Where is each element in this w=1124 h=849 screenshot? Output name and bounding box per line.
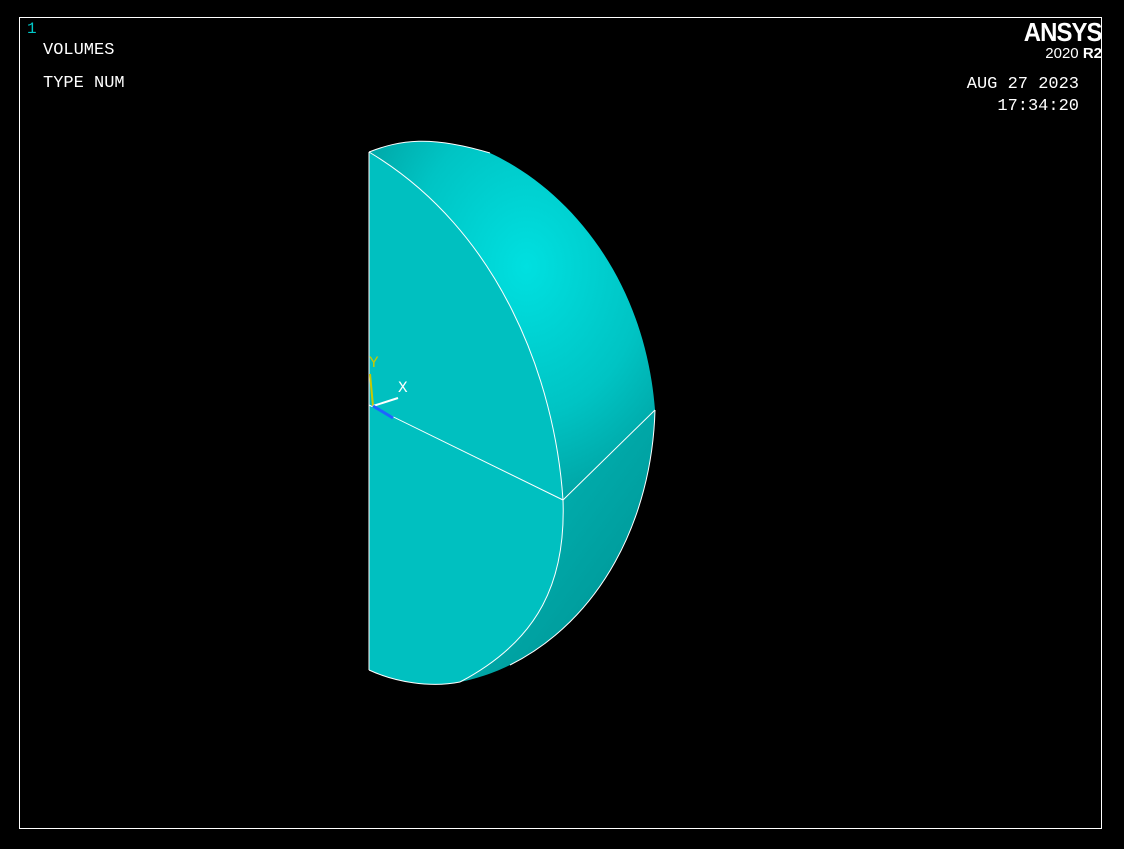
graphics-window[interactable]: 1 VOLUMES TYPE NUM ANSYS 2020 R2 AUG 27 … xyxy=(0,0,1124,849)
triad-y-label: Y xyxy=(369,354,379,372)
triad-x-label: X xyxy=(398,379,408,397)
model-view[interactable]: Y X xyxy=(0,0,1124,849)
